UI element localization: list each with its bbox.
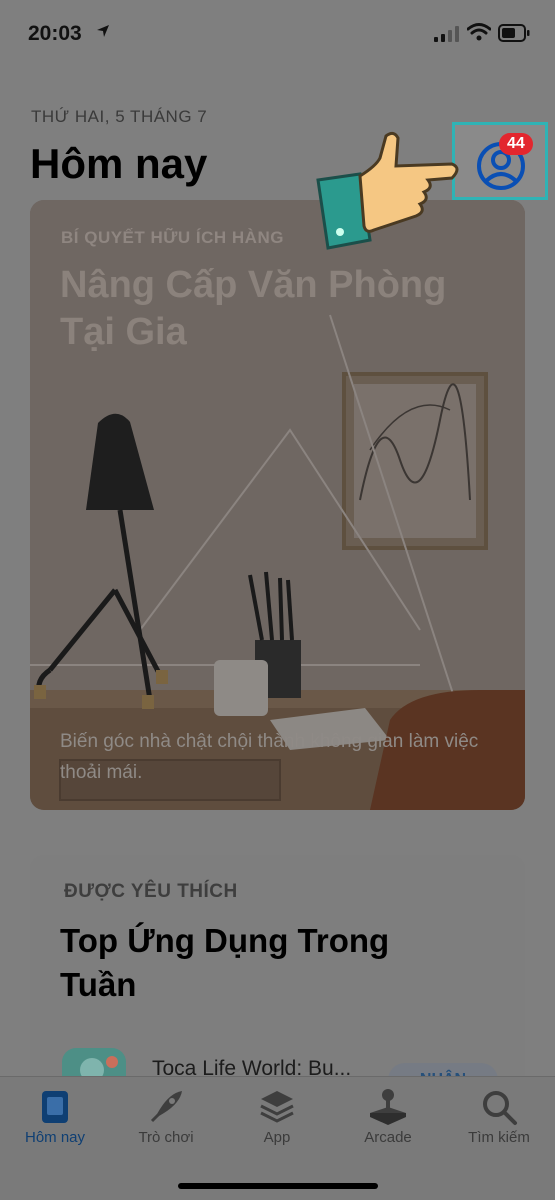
- tab-label: Trò chơi: [138, 1129, 194, 1146]
- story-title: Nâng Cấp Văn Phòng Tại Gia: [60, 264, 447, 353]
- story-eyebrow: BÍ QUYẾT HỮU ÍCH HÀNG: [61, 228, 284, 247]
- list-eyebrow: ĐƯỢC YÊU THÍCH: [64, 881, 238, 902]
- status-time: 20:03: [28, 22, 82, 45]
- status-bar: 20:03: [0, 0, 555, 68]
- tab-today[interactable]: Hôm nay: [5, 1087, 105, 1146]
- page-title: Hôm nay: [30, 140, 208, 187]
- cellular-signal-icon: [434, 26, 460, 47]
- tab-label: Arcade: [364, 1129, 412, 1146]
- rocket-icon: [116, 1087, 216, 1127]
- tab-label: Hôm nay: [24, 1129, 86, 1146]
- location-arrow-icon: [96, 24, 110, 43]
- wifi-icon: [466, 22, 492, 47]
- tab-label: Tìm kiếm: [468, 1129, 530, 1146]
- battery-icon: [498, 24, 530, 47]
- tab-arcade[interactable]: Arcade: [338, 1087, 438, 1146]
- today-icon: [5, 1087, 105, 1127]
- story-description: Biến góc nhà chật chội thành không gian …: [60, 731, 479, 783]
- tab-games[interactable]: Trò chơi: [116, 1087, 216, 1146]
- list-title: Top Ứng Dụng Trong Tuần: [60, 922, 390, 1003]
- joystick-icon: [338, 1087, 438, 1127]
- tab-label: App: [263, 1129, 291, 1146]
- notification-badge: 44: [499, 133, 533, 155]
- tab-bar: Hôm nay Trò chơi App Arcade Tìm kiếm: [0, 1076, 555, 1200]
- tab-search[interactable]: Tìm kiếm: [449, 1087, 549, 1146]
- app-store-today-screen: 20:03 THỨ HAI, 5 THÁNG 7 Hôm nay 44 BÍ Q…: [0, 0, 555, 1200]
- tab-apps[interactable]: App: [227, 1087, 327, 1146]
- search-icon: [449, 1087, 549, 1127]
- account-button[interactable]: 44: [452, 122, 548, 200]
- pointing-hand-icon: [316, 130, 466, 260]
- header-date: THỨ HAI, 5 THÁNG 7: [31, 107, 208, 126]
- home-indicator[interactable]: [178, 1183, 378, 1189]
- layers-icon: [227, 1087, 327, 1127]
- feature-story-card[interactable]: BÍ QUYẾT HỮU ÍCH HÀNG Nâng Cấp Văn Phòng…: [30, 200, 525, 810]
